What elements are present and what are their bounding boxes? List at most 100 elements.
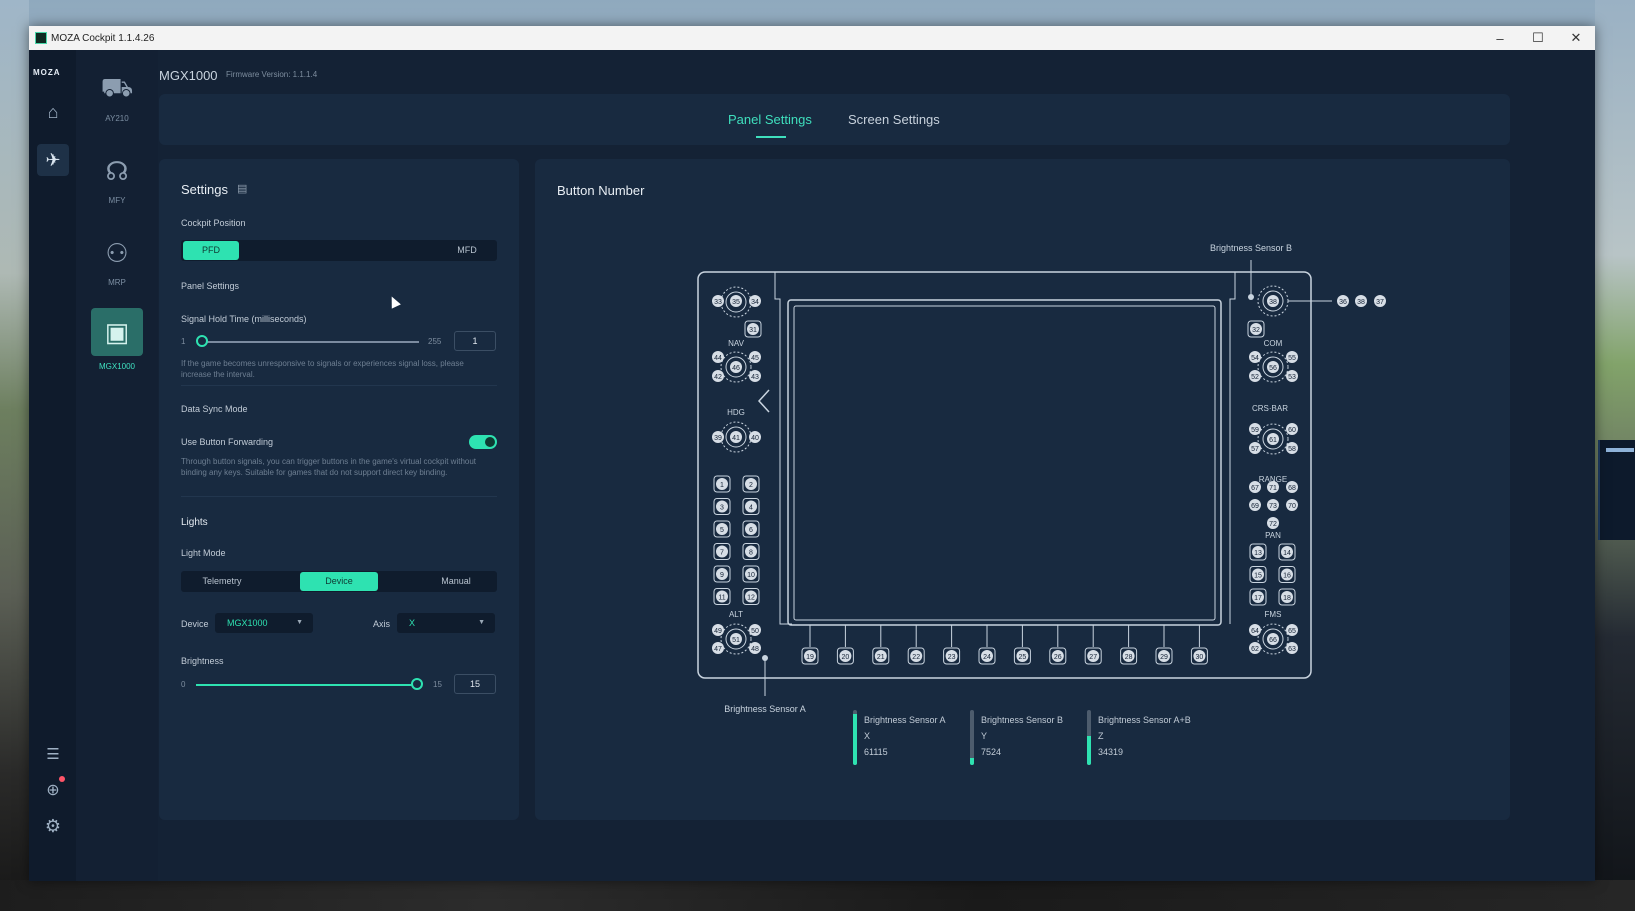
button-63-label: 63 (1288, 646, 1296, 653)
legend-sensor-ab: Brightness Sensor A+B Z 34319 (1098, 712, 1191, 760)
button-45-label: 45 (751, 355, 759, 362)
brightness-max: 15 (433, 680, 442, 689)
button-42-label: 42 (714, 374, 722, 381)
screen-outer (787, 299, 1222, 626)
device-item-mgx1000[interactable]: ▣ MGX1000 (86, 308, 148, 371)
button-34-label: 34 (751, 299, 759, 306)
bezel-left (774, 272, 792, 625)
button-47-label: 47 (714, 646, 722, 653)
button-39-label: 39 (714, 435, 722, 442)
legend-sensor-b: Brightness Sensor B Y 7524 (981, 712, 1063, 760)
cockpit-position-label: Cockpit Position (181, 218, 246, 228)
button-58-label: 58 (1288, 446, 1296, 453)
moza-logo: MOZA (33, 68, 61, 77)
device-label: MFY (108, 196, 126, 205)
update-icon: ⊕ (46, 782, 60, 799)
device-select-label: Device (181, 619, 209, 629)
tab-bar: Panel Settings Screen Settings (159, 94, 1510, 145)
tuning-button[interactable]: ☰ (37, 738, 69, 770)
button-9-label: 9 (720, 572, 724, 579)
button-forwarding-note: Through button signals, you can trigger … (181, 457, 477, 477)
device-item-mrp[interactable]: ⚇ MRP (86, 234, 148, 288)
sensor-b-level-bar (970, 710, 974, 765)
button-46-label: 46 (732, 365, 740, 372)
button-52-label: 52 (1251, 374, 1259, 381)
firmware-version: Firmware Version: 1.1.1.4 (226, 70, 318, 79)
panel-settings-label: Panel Settings (181, 281, 240, 291)
hdg-label: HDG (727, 408, 745, 417)
signal-hold-min: 1 (181, 337, 186, 346)
flight-devices-button[interactable]: ✈ (37, 144, 69, 176)
minimize-button[interactable]: – (1481, 31, 1519, 46)
button-66-label: 66 (1269, 637, 1277, 644)
option-pfd[interactable]: PFD (183, 241, 239, 260)
button-68-label: 68 (1288, 485, 1296, 492)
device-item-ay210[interactable]: ⛟ AY210 (86, 70, 148, 124)
option-device[interactable]: Device (300, 572, 378, 591)
button-2-label: 2 (749, 482, 753, 489)
nav-rail: MOZA ⌂ ✈ ☰ ⊕ ⚙ (29, 50, 76, 881)
signal-hold-max: 255 (428, 337, 442, 346)
button-56-label: 56 (1269, 365, 1277, 372)
button-48-label: 48 (751, 646, 759, 653)
legend-sensor-a: Brightness Sensor A X 61115 (864, 712, 946, 760)
brightness-min: 0 (181, 680, 186, 689)
option-mfd[interactable]: MFD (439, 240, 495, 261)
desktop-background-bottom (0, 880, 1635, 911)
com-label: COM (1264, 339, 1283, 348)
title-bar[interactable]: MOZA Cockpit 1.1.4.26 – ☐ ✕ (29, 26, 1595, 50)
button-67-label: 67 (1251, 485, 1259, 492)
button-1-label: 1 (720, 482, 724, 489)
brightness-label: Brightness (181, 656, 224, 666)
button-43-label: 43 (751, 374, 759, 381)
list-icon[interactable]: ▤ (237, 182, 247, 195)
axis-select[interactable]: X ▼ (397, 613, 495, 633)
bezel-notch (757, 389, 770, 413)
settings-panel: Settings ▤ Cockpit Position PFD MFD Pane… (159, 159, 519, 820)
signal-hold-slider-handle[interactable] (196, 335, 208, 347)
brightness-slider-handle[interactable] (411, 678, 423, 690)
tab-screen-settings[interactable]: Screen Settings (848, 112, 940, 127)
cockpit-position-toggle: PFD MFD (181, 240, 497, 261)
button-62-label: 62 (1251, 646, 1259, 653)
button-5-label: 5 (720, 527, 724, 534)
button-35-label: 35 (732, 299, 740, 306)
home-button[interactable]: ⌂ (37, 96, 69, 128)
device-outline (697, 271, 1312, 679)
button-59-label: 59 (1251, 427, 1259, 434)
button-10-label: 10 (747, 572, 755, 579)
device-select[interactable]: MGX1000 ▼ (215, 613, 313, 633)
maximize-button[interactable]: ☐ (1519, 30, 1557, 46)
button-32-label: 32 (1252, 327, 1260, 334)
axis-select-label: Axis (373, 619, 391, 629)
option-manual[interactable]: Manual (417, 571, 495, 592)
button-60-label: 60 (1288, 427, 1296, 434)
display-panel-icon: ▣ (91, 308, 143, 356)
sensor-ab-level-bar (1087, 710, 1091, 765)
signal-hold-note: If the game becomes unresponsive to sign… (181, 359, 464, 379)
tab-panel-settings[interactable]: Panel Settings (728, 112, 812, 127)
close-button[interactable]: ✕ (1557, 30, 1595, 46)
legend-value: 61115 (864, 747, 888, 757)
button-17-label: 17 (1254, 595, 1262, 602)
button-27-label: 27 (1089, 654, 1097, 661)
option-telemetry[interactable]: Telemetry (183, 571, 261, 592)
signal-hold-input[interactable]: 1 (454, 331, 496, 351)
brightness-fill (196, 684, 411, 686)
legend-name: Brightness Sensor A+B (1098, 715, 1191, 725)
pan-label: PAN (1265, 531, 1281, 540)
button-forwarding-toggle[interactable] (469, 435, 497, 449)
updates-button[interactable]: ⊕ (37, 774, 69, 806)
button-22-label: 22 (912, 654, 920, 661)
gear-icon: ⚙ (44, 815, 62, 836)
settings-title: Settings (181, 182, 228, 197)
button-19-label: 19 (806, 654, 814, 661)
button-13-label: 13 (1254, 550, 1262, 557)
settings-button[interactable]: ⚙ (37, 810, 69, 842)
signal-hold-track[interactable] (199, 341, 419, 343)
device-item-mfy[interactable]: ☊ MFY (86, 152, 148, 206)
chevron-down-icon: ▼ (478, 619, 485, 626)
screen-inner (793, 305, 1216, 621)
brightness-input[interactable]: 15 (454, 674, 496, 694)
legend-name: Brightness Sensor A (864, 715, 946, 725)
